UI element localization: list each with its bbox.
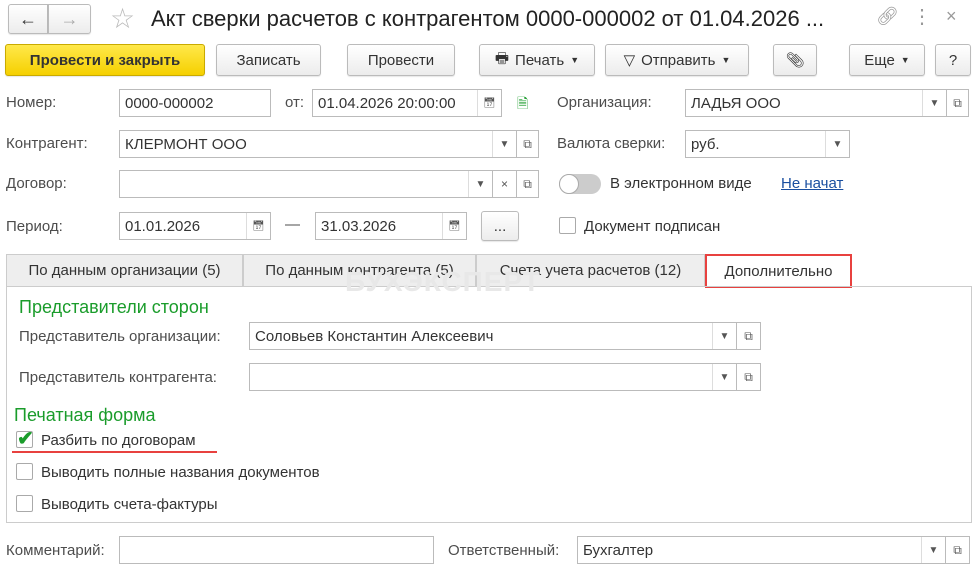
number-value: 0000-000002	[125, 94, 214, 112]
from-label: от:	[285, 94, 305, 111]
printer-icon: 🖶︎	[494, 49, 510, 67]
forward-button[interactable]: →	[48, 4, 91, 34]
clear-icon[interactable]: ×	[493, 170, 517, 198]
more-vert-icon[interactable]: ⋮	[912, 4, 932, 29]
org-input[interactable]: ЛАДЬЯ ООО ▼	[685, 89, 947, 117]
open-icon[interactable]: ⧉	[946, 536, 970, 564]
send-button[interactable]: ▽ Отправить ▼	[605, 44, 749, 76]
electronic-toggle[interactable]	[559, 174, 601, 194]
dropdown-icon: ▼	[900, 55, 910, 65]
comment-input[interactable]	[119, 536, 434, 564]
document-check-icon[interactable]: 🗎︎	[517, 93, 528, 117]
open-icon[interactable]: ⧉	[947, 89, 969, 117]
checkmark-icon: ✔	[17, 428, 34, 450]
post-button[interactable]: Провести	[347, 44, 455, 76]
period-to-value: 31.03.2026	[321, 217, 397, 235]
send-label: Отправить	[641, 51, 716, 69]
contractor-input[interactable]: КЛЕРМОНТ ООО ▼	[119, 130, 517, 158]
highlight-underline	[12, 451, 217, 453]
print-form-heading: Печатная форма	[14, 405, 156, 425]
invoices-label: Выводить счета-фактуры	[41, 496, 218, 513]
arrow-right-icon: →	[60, 8, 79, 29]
save-button[interactable]: Записать	[216, 44, 321, 76]
open-icon[interactable]: ⧉	[737, 363, 761, 391]
open-icon[interactable]: ⧉	[517, 130, 539, 158]
dropdown-icon[interactable]: ▼	[825, 131, 849, 157]
period-from-input[interactable]: 01.01.2026 📅︎	[119, 212, 271, 240]
dropdown-icon: ▼	[721, 55, 731, 65]
close-icon[interactable]: ×	[946, 6, 957, 27]
period-from-value: 01.01.2026	[125, 217, 201, 235]
more-button[interactable]: Еще ▼	[849, 44, 925, 76]
currency-label: Валюта сверки:	[557, 135, 666, 152]
star-icon[interactable]: ☆	[110, 2, 135, 35]
arrow-left-icon: ←	[19, 8, 37, 29]
period-select-button[interactable]: ...	[481, 211, 519, 241]
back-button[interactable]: ←	[8, 4, 48, 34]
dropdown-icon: ▼	[570, 55, 580, 65]
print-label: Печать	[515, 51, 565, 69]
currency-input[interactable]: руб. ▼	[685, 130, 850, 158]
dropdown-icon[interactable]: ▼	[922, 90, 946, 116]
period-dash: —	[285, 216, 300, 233]
period-label: Период:	[6, 218, 63, 235]
full-doc-names-checkbox[interactable]	[16, 463, 33, 480]
org-label: Организация:	[557, 94, 652, 111]
dropdown-icon[interactable]: ▼	[712, 364, 736, 390]
help-button[interactable]: ?	[935, 44, 971, 76]
open-icon[interactable]: ⧉	[517, 170, 539, 198]
page-title: Акт сверки расчетов с контрагентом 0000-…	[151, 6, 825, 31]
org-value: ЛАДЬЯ ООО	[691, 94, 781, 112]
contract-input[interactable]: ▼	[119, 170, 493, 198]
calendar-icon[interactable]: 📅︎	[442, 213, 466, 239]
send-icon: ▽	[623, 52, 636, 69]
tab-additional[interactable]: Дополнительно	[705, 254, 852, 288]
tab-org-data[interactable]: По данным организации (5)	[6, 254, 243, 287]
attach-button[interactable]: 📎︎	[773, 44, 817, 76]
currency-value: руб.	[691, 135, 720, 153]
dropdown-icon[interactable]: ▼	[712, 323, 736, 349]
representatives-heading: Представители сторон	[19, 297, 209, 317]
calendar-icon[interactable]: 📅︎	[246, 213, 270, 239]
split-by-contracts-label: Разбить по договорам	[41, 432, 196, 449]
comment-label: Комментарий:	[6, 542, 105, 559]
more-label: Еще	[864, 51, 895, 69]
contr-rep-label: Представитель контрагента:	[19, 369, 217, 386]
signed-checkbox[interactable]	[559, 217, 576, 234]
contr-rep-input[interactable]: ▼	[249, 363, 737, 391]
number-input[interactable]: 0000-000002	[119, 89, 271, 117]
number-label: Номер:	[6, 94, 57, 111]
split-by-contracts-checkbox[interactable]: ✔	[16, 428, 34, 450]
org-rep-label: Представитель организации:	[19, 328, 221, 345]
org-rep-value: Соловьев Константин Алексеевич	[255, 327, 494, 345]
link-icon[interactable]: 🔗︎	[876, 6, 899, 27]
org-rep-input[interactable]: Соловьев Константин Алексеевич ▼	[249, 322, 737, 350]
open-icon[interactable]: ⧉	[737, 322, 761, 350]
signed-label: Документ подписан	[584, 218, 721, 235]
paperclip-icon: 📎︎	[785, 52, 805, 69]
electronic-label: В электронном виде	[610, 175, 752, 192]
invoices-checkbox[interactable]	[16, 495, 33, 512]
contractor-label: Контрагент:	[6, 135, 88, 152]
print-button[interactable]: 🖶︎ Печать ▼	[479, 44, 595, 76]
contract-label: Договор:	[6, 175, 67, 192]
dropdown-icon[interactable]: ▼	[921, 537, 945, 563]
full-doc-names-label: Выводить полные названия документов	[41, 464, 320, 481]
period-to-input[interactable]: 31.03.2026 📅︎	[315, 212, 467, 240]
responsible-label: Ответственный:	[448, 542, 560, 559]
watermark: БУХЭКСПЕРТ	[345, 266, 541, 297]
electronic-status-link[interactable]: Не начат	[781, 175, 843, 192]
date-input[interactable]: 01.04.2026 20:00:00 📅︎	[312, 89, 502, 117]
date-value: 01.04.2026 20:00:00	[318, 94, 456, 112]
dropdown-icon[interactable]: ▼	[492, 131, 516, 157]
contractor-value: КЛЕРМОНТ ООО	[125, 135, 247, 153]
calendar-icon[interactable]: 📅︎	[477, 90, 501, 116]
responsible-value: Бухгалтер	[583, 541, 654, 559]
post-and-close-button[interactable]: Провести и закрыть	[5, 44, 205, 76]
responsible-input[interactable]: Бухгалтер ▼	[577, 536, 946, 564]
dropdown-icon[interactable]: ▼	[468, 171, 492, 197]
